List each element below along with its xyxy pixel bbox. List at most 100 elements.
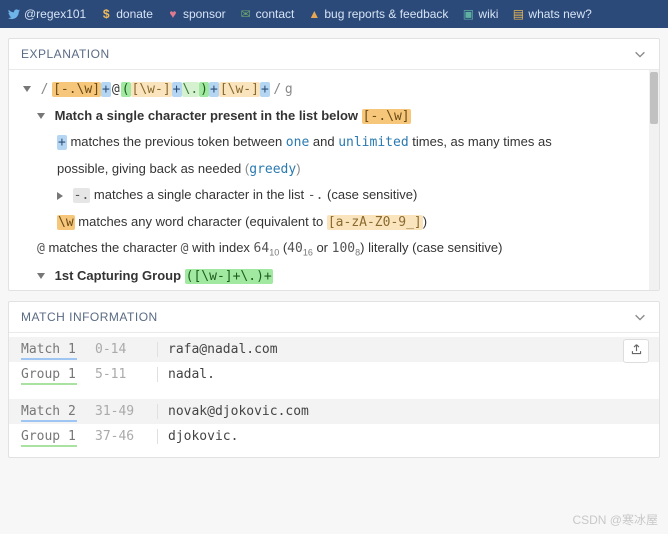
panel-title: EXPLANATION: [21, 47, 110, 61]
delim-open: /: [41, 82, 49, 97]
nav-sponsor[interactable]: ♥sponsor: [167, 7, 226, 21]
expl-heading: Match a single character present in the …: [55, 108, 358, 123]
twisty-icon[interactable]: [37, 113, 45, 119]
explanation-body: / [-.\w]+@([\w-]+\.)+[\w-]+ / g Match a …: [9, 70, 659, 290]
lit-chars: -.: [308, 188, 324, 203]
match-row[interactable]: Match 1 0-14 rafa@nadal.com: [9, 337, 659, 362]
match-info-body: Match 1 0-14 rafa@nadal.com Group 1 5-11 nada…: [9, 333, 659, 457]
nav-label: whats new?: [528, 7, 591, 21]
explanation-header[interactable]: EXPLANATION: [9, 39, 659, 70]
expl-at-literal: @ matches the character @ with index 641…: [17, 235, 651, 263]
twisty-icon[interactable]: [57, 192, 63, 200]
match-info-panel: MATCH INFORMATION Match 1 0-14 rafa@nadal.…: [8, 301, 660, 458]
panel-title: MATCH INFORMATION: [21, 310, 158, 324]
group-row[interactable]: Group 1 37-46 djokovic.: [9, 424, 659, 449]
tok-word: \w: [57, 215, 75, 230]
export-icon: [630, 343, 643, 359]
tok-plus: +: [260, 82, 270, 97]
lit-at: @: [181, 241, 189, 256]
expl-word-char: \w matches any word character (equivalen…: [17, 209, 651, 236]
chevron-down-icon: [633, 310, 647, 324]
twisty-icon[interactable]: [37, 273, 45, 279]
twitter-icon: [8, 8, 20, 20]
nav-wiki[interactable]: ▣wiki: [462, 7, 498, 21]
tok-group: ([\w-]+\.)+: [185, 269, 273, 284]
txt: ) literally (case sensitive): [360, 240, 502, 255]
nav-label: donate: [116, 7, 153, 21]
tok-charclass: [a-zA-Z0-9_]: [327, 215, 423, 230]
export-button[interactable]: [623, 339, 649, 363]
match-value: djokovic.: [157, 429, 647, 444]
txt: matches the character: [45, 240, 181, 255]
expl-quantifier-desc: + matches the previous token between one…: [17, 129, 651, 156]
nav-label: sponsor: [183, 7, 226, 21]
tok-chars: -.: [73, 188, 91, 203]
tok-plus: +: [172, 82, 182, 97]
expl-capture-group: 1st Capturing Group ([\w-]+\.)+: [17, 263, 651, 290]
tok-plus: +: [57, 135, 67, 150]
mail-icon: ✉: [240, 8, 252, 20]
txt: or: [313, 240, 332, 255]
num: 100: [332, 241, 355, 256]
match-value: nadal.: [157, 367, 647, 382]
tok-charclass: [\w-]: [219, 82, 260, 97]
regex-summary-line: / [-.\w]+@([\w-]+\.)+[\w-]+ / g: [17, 76, 651, 103]
expl-quantifier-desc-2: possible, giving back as needed (greedy): [17, 156, 651, 183]
book-icon: ▣: [462, 8, 474, 20]
nav-label: contact: [256, 7, 295, 21]
expl-heading: 1st Capturing Group: [55, 268, 181, 283]
match-range: 0-14: [95, 342, 145, 357]
tok-charclass: [-.\w]: [52, 82, 101, 97]
delim-close: /: [273, 82, 281, 97]
tok-escape: \.: [182, 82, 200, 97]
txt: possible, giving back as needed: [57, 161, 245, 176]
match-range: 31-49: [95, 404, 145, 419]
txt: with index: [189, 240, 254, 255]
explanation-panel: EXPLANATION / [-.\w]+@([\w-]+\.)+[\w-]+ …: [8, 38, 660, 291]
match-label: Group 1: [21, 367, 83, 382]
base: 10: [269, 248, 279, 258]
expl-literal-list: -. matches a single character in the lis…: [17, 182, 651, 209]
match-value: rafa@nadal.com: [157, 342, 647, 357]
txt: matches a single character in the list: [90, 187, 308, 202]
match-row[interactable]: Match 2 31-49 novak@djokovic.com: [9, 399, 659, 424]
num: 40: [287, 241, 303, 256]
tok-charclass: [\w-]: [131, 82, 172, 97]
nav-contact[interactable]: ✉ contact: [240, 7, 295, 21]
match-range: 37-46: [95, 429, 145, 444]
nav-bugs[interactable]: ▲ bug reports & feedback: [308, 7, 448, 21]
group-row[interactable]: Group 1 5-11 nadal.: [9, 362, 659, 387]
tok-at: @: [111, 82, 121, 97]
match-label: Match 2: [21, 404, 83, 419]
nav-label: bug reports & feedback: [324, 7, 448, 21]
match-range: 5-11: [95, 367, 145, 382]
match-label: Group 1: [21, 429, 83, 444]
twisty-icon[interactable]: [23, 86, 31, 92]
tok-group-close: ): [199, 82, 209, 97]
nav-donate[interactable]: $ donate: [100, 7, 153, 21]
nav-regex101[interactable]: @regex101: [8, 7, 86, 21]
match-info-header[interactable]: MATCH INFORMATION: [9, 302, 659, 333]
txt: (: [279, 240, 287, 255]
topbar: @regex101 $ donate ♥sponsor ✉ contact ▲ bug…: [0, 0, 668, 28]
warn-icon: ▲: [308, 8, 320, 20]
flags: g: [285, 82, 293, 97]
kw-greedy: greedy: [249, 162, 296, 177]
nav-label: @regex101: [24, 7, 86, 21]
scrollbar[interactable]: [649, 70, 659, 290]
watermark: CSDN @寒冰屋: [572, 511, 658, 528]
doc-icon: ▤: [512, 8, 524, 20]
num: 64: [254, 241, 270, 256]
tok-plus: +: [101, 82, 111, 97]
chevron-down-icon: [633, 47, 647, 61]
scrollbar-thumb[interactable]: [650, 72, 658, 124]
kw-unlimited: unlimited: [338, 135, 408, 150]
txt: ): [423, 214, 427, 229]
tok-at: @: [37, 241, 45, 256]
dollar-icon: $: [100, 8, 112, 20]
base: 16: [303, 248, 313, 258]
match-value: novak@djokovic.com: [157, 404, 647, 419]
tok-charclass: [-.\w]: [362, 109, 411, 124]
match-label: Match 1: [21, 342, 83, 357]
nav-whatsnew[interactable]: ▤ whats new?: [512, 7, 591, 21]
